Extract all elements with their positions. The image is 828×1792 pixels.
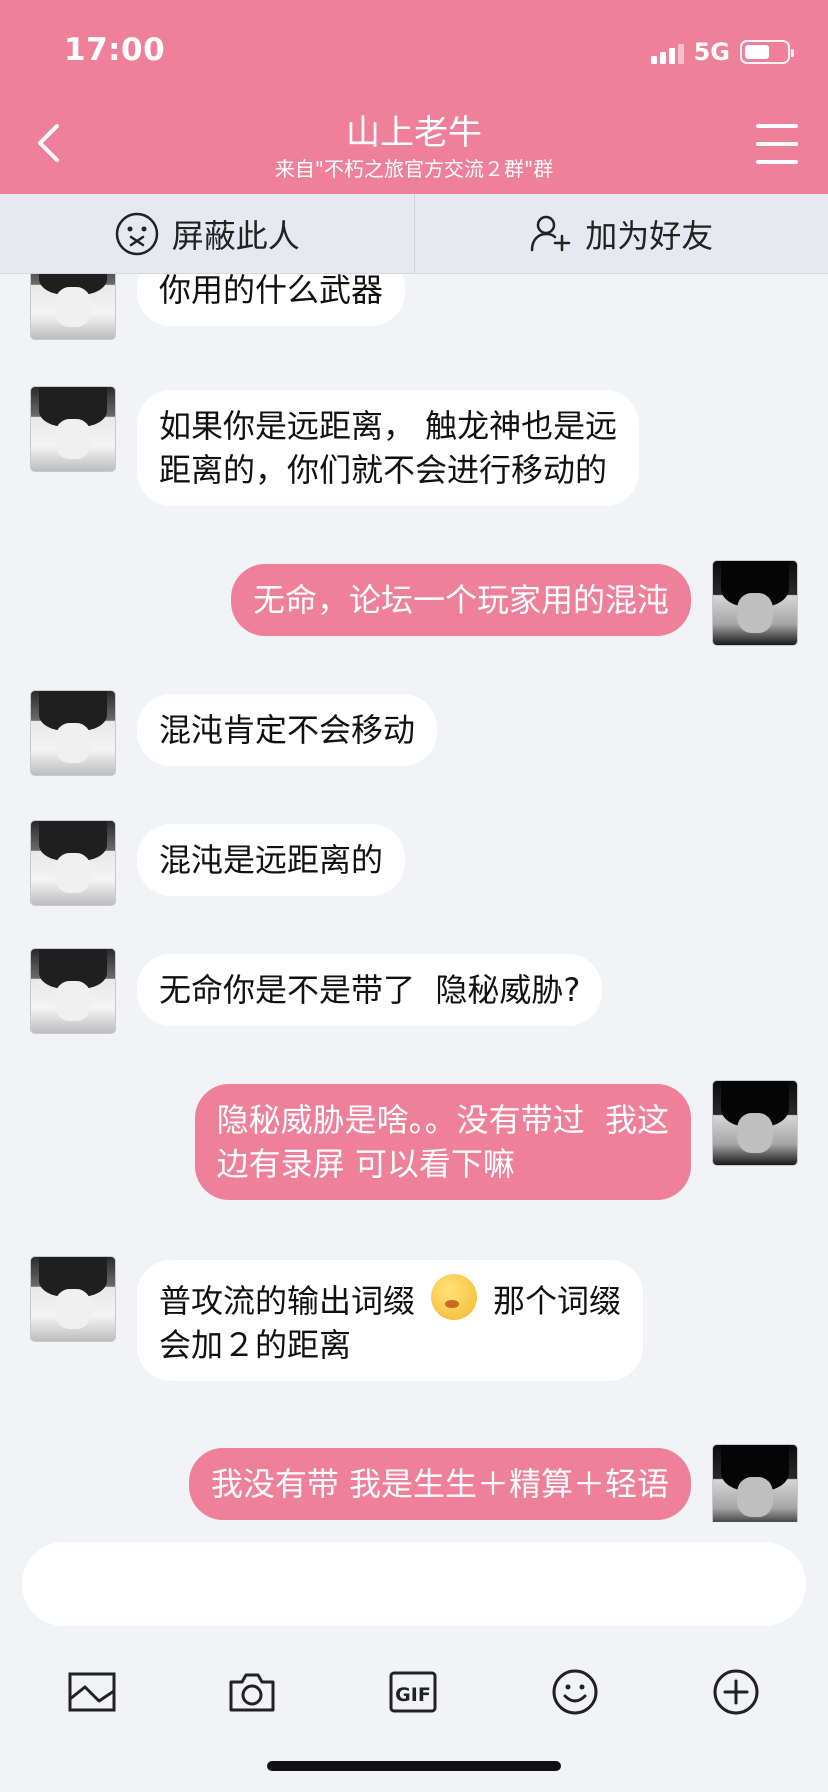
message-input[interactable]: [22, 1542, 806, 1626]
status-time: 17:00: [64, 32, 166, 68]
thinking-face-emoji-icon: [431, 1274, 478, 1320]
header-title-group: 山上老牛 来自"不朽之旅官方交流２群"群: [0, 112, 828, 182]
signal-icon: [650, 40, 684, 64]
emoji-icon: [552, 1669, 598, 1715]
block-user-label: 屏蔽此人: [171, 216, 300, 255]
message-bubble[interactable]: 你用的什么武器: [137, 274, 406, 326]
block-user-button[interactable]: 屏蔽此人: [0, 194, 414, 273]
menu-button[interactable]: [756, 124, 798, 164]
message-bubble[interactable]: 隐秘威胁是啥。。没有带过 我这 边有录屏 可以看下嘛: [194, 1084, 691, 1200]
chat-messages[interactable]: 你用的什么武器 如果你是远距离， 触龙神也是远 距离的，你们就不会进行移动的 无…: [0, 274, 828, 1522]
add-friend-button[interactable]: 加为好友: [413, 194, 828, 273]
message-bubble[interactable]: 混沌是远距离的: [137, 824, 406, 896]
sad-face-block-icon: [115, 212, 158, 255]
gif-icon: GIF: [389, 1671, 437, 1713]
composer-toolbar: GIF: [0, 1642, 828, 1742]
home-indicator[interactable]: [267, 1761, 561, 1771]
sender-avatar[interactable]: [30, 274, 116, 340]
add-friend-label: 加为好友: [585, 216, 714, 255]
message-bubble[interactable]: 无命，论坛一个玩家用的混沌: [230, 564, 691, 636]
svg-text:GIF: GIF: [395, 1684, 431, 1706]
message-text: 会加２的距离: [159, 1326, 352, 1364]
plus-icon: [713, 1669, 759, 1715]
chat-header: 17:00 5G 山上老牛 来自"不朽之旅官方交流２群"群: [0, 0, 828, 194]
message-bubble[interactable]: 我没有带 我是生生＋精算＋轻语: [188, 1448, 691, 1520]
message-bubble[interactable]: 普攻流的输出词缀 那个词缀会加２的距离: [137, 1260, 644, 1381]
message-bubble[interactable]: 混沌肯定不会移动: [137, 694, 438, 766]
image-icon: [68, 1672, 116, 1712]
page-title: 山上老牛: [346, 113, 482, 153]
menu-icon-line: [756, 124, 798, 128]
page-subtitle: 来自"不朽之旅官方交流２群"群: [274, 157, 554, 181]
sender-avatar[interactable]: [30, 1256, 116, 1342]
sender-avatar[interactable]: [30, 820, 116, 906]
emoji-button[interactable]: [545, 1642, 605, 1742]
add-user-icon: [530, 215, 571, 251]
message-text: 普攻流的输出词缀: [159, 1282, 416, 1320]
my-avatar[interactable]: [712, 560, 798, 646]
message-text: 那个词缀: [493, 1282, 622, 1320]
message-bubble[interactable]: 无命你是不是带了 隐秘威胁?: [137, 954, 603, 1026]
action-bar: 屏蔽此人 加为好友: [0, 194, 828, 274]
status-indicators: 5G: [650, 38, 794, 66]
image-button[interactable]: [62, 1642, 122, 1742]
sender-avatar[interactable]: [30, 948, 116, 1034]
camera-button[interactable]: [222, 1642, 282, 1742]
message-bubble[interactable]: 如果你是远距离， 触龙神也是远 距离的，你们就不会进行移动的: [137, 390, 640, 506]
menu-icon-line: [756, 142, 798, 146]
menu-icon-line: [756, 160, 798, 164]
gif-button[interactable]: GIF: [383, 1642, 443, 1742]
my-avatar[interactable]: [712, 1444, 798, 1522]
plus-button[interactable]: [706, 1642, 766, 1742]
camera-icon: [229, 1673, 275, 1712]
sender-avatar[interactable]: [30, 386, 116, 472]
network-type: 5G: [693, 38, 730, 66]
sender-avatar[interactable]: [30, 690, 116, 776]
my-avatar[interactable]: [712, 1080, 798, 1166]
battery-icon: [740, 40, 794, 64]
composer: GIF: [0, 1522, 828, 1792]
